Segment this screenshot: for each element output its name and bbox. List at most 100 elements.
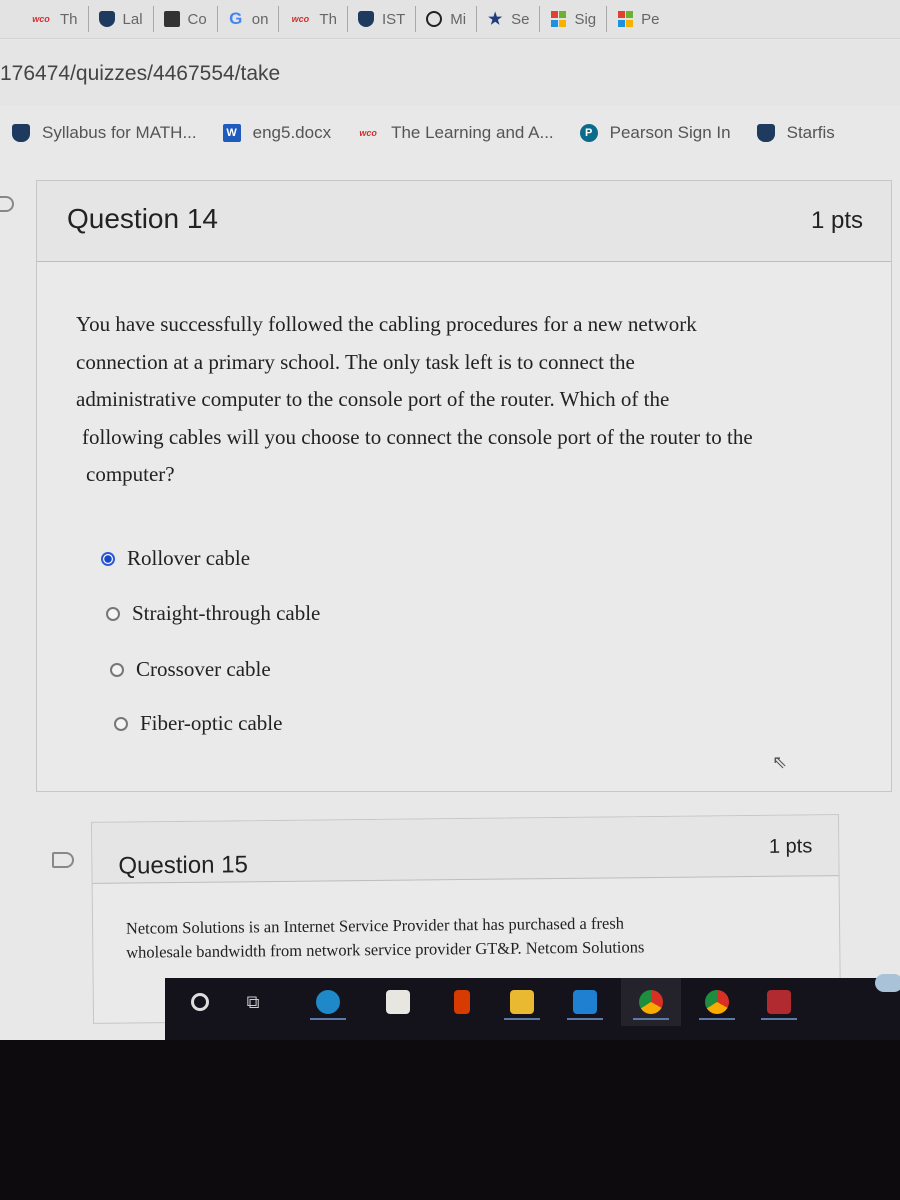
- question-text-line: following cables will you choose to conn…: [82, 424, 753, 449]
- question-text-line: computer?: [86, 462, 175, 486]
- browser-tab[interactable]: Co: [154, 6, 218, 32]
- wco-icon: wco: [291, 14, 310, 24]
- wco-icon: wco: [359, 128, 377, 138]
- access-icon: [767, 990, 791, 1014]
- mail-icon: [573, 990, 597, 1014]
- question-text-line: You have successfully followed the cabli…: [76, 312, 697, 336]
- windows-taskbar: ⧉: [165, 978, 900, 1040]
- tab-label: on: [251, 10, 269, 28]
- question-header: Question 15 1 pts: [91, 815, 839, 884]
- flag-question-icon[interactable]: [0, 196, 14, 212]
- bookmark-item[interactable]: W eng5.docx: [222, 123, 332, 143]
- shield-icon: [98, 11, 115, 27]
- answer-option[interactable]: Fiber-optic cable: [114, 711, 282, 736]
- browser-tab[interactable]: IST: [348, 6, 417, 32]
- tab-label: Sig: [574, 10, 597, 28]
- question-text-line: connection at a primary school. The only…: [76, 349, 635, 374]
- taskbar-edge[interactable]: [303, 978, 353, 1026]
- bookmarks-bar: Syllabus for MATH... W eng5.docx wco The…: [0, 112, 900, 154]
- bookmark-label: Syllabus for MATH...: [42, 123, 197, 142]
- browser-tab[interactable]: Sig: [540, 6, 608, 32]
- answer-option[interactable]: Rollover cable: [101, 546, 250, 571]
- mouse-cursor-icon: ⇖: [772, 752, 788, 772]
- bookmark-item[interactable]: P Pearson Sign In: [579, 123, 731, 143]
- question-points: 1 pts: [768, 835, 813, 858]
- taskbar-file-explorer[interactable]: [495, 978, 549, 1026]
- browser-tab[interactable]: wco Th: [279, 6, 348, 32]
- browser-tab[interactable]: ★ Se: [477, 6, 541, 32]
- url-text[interactable]: 176474/quizzes/4467554/take: [0, 62, 280, 86]
- bookmark-label: Pearson Sign In: [609, 123, 731, 142]
- chrome-icon: [639, 990, 663, 1014]
- file-explorer-icon: [510, 990, 534, 1014]
- question-text-line: administrative computer to the console p…: [76, 387, 670, 411]
- star-icon: ★: [487, 11, 503, 28]
- tab-label: Lal: [122, 10, 143, 28]
- chrome-profile-icon: [705, 990, 729, 1014]
- edge-icon: [316, 990, 340, 1014]
- pearson-icon: P: [579, 124, 598, 142]
- tab-label: IST: [381, 10, 406, 28]
- google-icon: G: [229, 9, 243, 28]
- question-text: Netcom Solutions is an Internet Service …: [126, 911, 645, 964]
- shield-icon: [756, 124, 775, 142]
- browser-tab[interactable]: Pe: [607, 6, 669, 32]
- shield-icon: [12, 124, 30, 142]
- onedrive-cloud-icon[interactable]: [875, 974, 900, 992]
- tab-label: Pe: [641, 10, 660, 28]
- wco-icon: wco: [32, 14, 50, 24]
- radio-button[interactable]: [110, 662, 124, 677]
- tab-label: Mi: [450, 10, 467, 28]
- search-icon: [191, 993, 209, 1011]
- taskbar-chrome-profile[interactable]: [687, 978, 747, 1026]
- radio-button-selected[interactable]: [101, 551, 115, 566]
- radio-button[interactable]: [106, 606, 120, 621]
- running-indicator: [310, 1018, 346, 1020]
- flag-question-icon[interactable]: [52, 852, 74, 868]
- tab-label: Th: [319, 10, 337, 28]
- answer-label: Crossover cable: [136, 657, 271, 681]
- answer-option[interactable]: Crossover cable: [110, 657, 271, 682]
- taskbar-task-view[interactable]: ⧉: [235, 978, 271, 1026]
- bookmark-label: eng5.docx: [252, 123, 332, 142]
- bookmark-item[interactable]: Syllabus for MATH...: [12, 123, 197, 143]
- browser-tab[interactable]: Mi: [416, 6, 478, 32]
- tab-label: Se: [511, 10, 530, 28]
- radio-button[interactable]: [114, 716, 128, 731]
- taskbar-store[interactable]: [373, 978, 423, 1026]
- running-indicator: [633, 1018, 669, 1020]
- taskbar-office[interactable]: [437, 978, 487, 1026]
- running-indicator: [699, 1018, 735, 1020]
- answer-option[interactable]: Straight-through cable: [106, 601, 320, 626]
- browser-tab[interactable]: G on: [218, 6, 280, 32]
- shield-icon: [357, 11, 374, 27]
- bookmark-item[interactable]: wco The Learning and A...: [357, 123, 554, 143]
- screen: wco Th Lal Co G on wco Th IST Mi ★ Se Si…: [0, 0, 900, 1040]
- taskbar-mail[interactable]: [558, 978, 612, 1026]
- question-title: Question 15: [118, 851, 248, 880]
- answer-label: Fiber-optic cable: [140, 711, 283, 735]
- running-indicator: [761, 1018, 797, 1020]
- bookmark-item[interactable]: Starfis: [756, 123, 835, 143]
- taskbar-search[interactable]: [185, 978, 215, 1026]
- answer-label: Rollover cable: [127, 546, 251, 570]
- running-indicator: [504, 1018, 540, 1020]
- bookmark-label: Starfis: [786, 123, 835, 142]
- question-header: Question 14 1 pts: [37, 181, 891, 262]
- question-text: You have successfully followed the cabli…: [76, 306, 753, 494]
- microsoft-icon: [617, 11, 633, 27]
- globe-icon: [426, 11, 443, 27]
- microsoft-icon: [550, 11, 566, 27]
- task-view-icon: ⧉: [246, 991, 260, 1012]
- taskbar-chrome[interactable]: [621, 978, 681, 1026]
- document-icon: [163, 11, 180, 27]
- answer-label: Straight-through cable: [132, 601, 321, 625]
- word-icon: W: [222, 124, 241, 142]
- tab-label: Th: [60, 10, 78, 28]
- browser-tab[interactable]: Lal: [89, 6, 154, 32]
- store-icon: [386, 990, 410, 1014]
- bookmark-label: The Learning and A...: [391, 123, 554, 142]
- taskbar-access[interactable]: [749, 978, 809, 1026]
- browser-tab[interactable]: wco Th: [0, 6, 89, 32]
- office-icon: [454, 990, 470, 1014]
